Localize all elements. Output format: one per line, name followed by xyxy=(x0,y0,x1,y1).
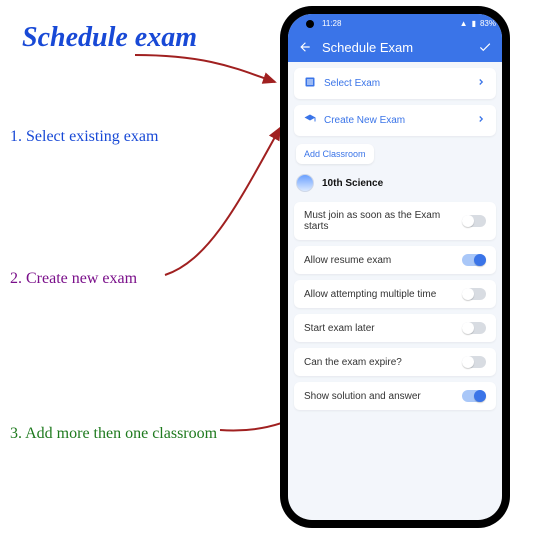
wifi-icon: ▲ xyxy=(460,19,468,28)
setting-row: Allow resume exam xyxy=(294,246,496,274)
create-exam-button[interactable]: Create New Exam xyxy=(294,105,496,136)
add-classroom-button[interactable]: Add Classroom xyxy=(296,144,374,164)
signal-icon: ▮ xyxy=(472,19,476,28)
setting-row: Show solution and answer xyxy=(294,382,496,410)
select-exam-label: Select Exam xyxy=(324,78,468,89)
setting-label: Allow attempting multiple time xyxy=(304,289,454,300)
create-exam-label: Create New Exam xyxy=(324,115,468,126)
status-bar: 11:28 ▲ ▮ 83% xyxy=(288,14,502,32)
toggle-expire[interactable] xyxy=(462,356,486,368)
arrow-back-icon xyxy=(298,40,312,54)
setting-label: Allow resume exam xyxy=(304,255,454,266)
status-time: 11:28 xyxy=(322,19,341,28)
setting-row: Can the exam expire? xyxy=(294,348,496,376)
annotation-step-1: 1. Select existing exam xyxy=(10,128,158,146)
phone-frame: 11:28 ▲ ▮ 83% Schedule Exam xyxy=(280,6,510,528)
annotation-step-2: 2. Create new exam xyxy=(10,270,137,288)
setting-row: Start exam later xyxy=(294,314,496,342)
camera-hole xyxy=(306,20,314,28)
select-exam-button[interactable]: Select Exam xyxy=(294,68,496,99)
phone-screen: 11:28 ▲ ▮ 83% Schedule Exam xyxy=(288,14,502,520)
classroom-name: 10th Science xyxy=(322,178,383,189)
toggle-multiple[interactable] xyxy=(462,288,486,300)
toggle-must-join[interactable] xyxy=(462,215,486,227)
toggle-resume[interactable] xyxy=(462,254,486,266)
confirm-button[interactable] xyxy=(476,38,494,56)
back-button[interactable] xyxy=(296,38,314,56)
setting-label: Can the exam expire? xyxy=(304,357,454,368)
setting-row: Allow attempting multiple time xyxy=(294,280,496,308)
classroom-row[interactable]: 10th Science xyxy=(294,170,496,196)
toggle-later[interactable] xyxy=(462,322,486,334)
setting-label: Must join as soon as the Exam starts xyxy=(304,210,454,232)
battery-label: 83% xyxy=(480,19,496,28)
setting-label: Start exam later xyxy=(304,323,454,334)
annotation-step-3: 3. Add more then one classroom xyxy=(10,425,217,443)
list-icon xyxy=(304,76,316,91)
chevron-right-icon xyxy=(476,77,486,90)
chevron-right-icon xyxy=(476,114,486,127)
graduation-icon xyxy=(304,113,316,128)
avatar xyxy=(296,174,314,192)
content-area: Select Exam Create New Exam Add Classroo… xyxy=(288,62,502,520)
check-icon xyxy=(478,40,492,54)
tutorial-canvas: Schedule exam 1. Select existing exam 2.… xyxy=(0,0,540,540)
setting-label: Show solution and answer xyxy=(304,391,454,402)
page-title: Schedule Exam xyxy=(322,40,468,55)
app-bar: Schedule Exam xyxy=(288,32,502,62)
toggle-solution[interactable] xyxy=(462,390,486,402)
setting-row: Must join as soon as the Exam starts xyxy=(294,202,496,240)
annotation-title: Schedule exam xyxy=(22,22,197,54)
